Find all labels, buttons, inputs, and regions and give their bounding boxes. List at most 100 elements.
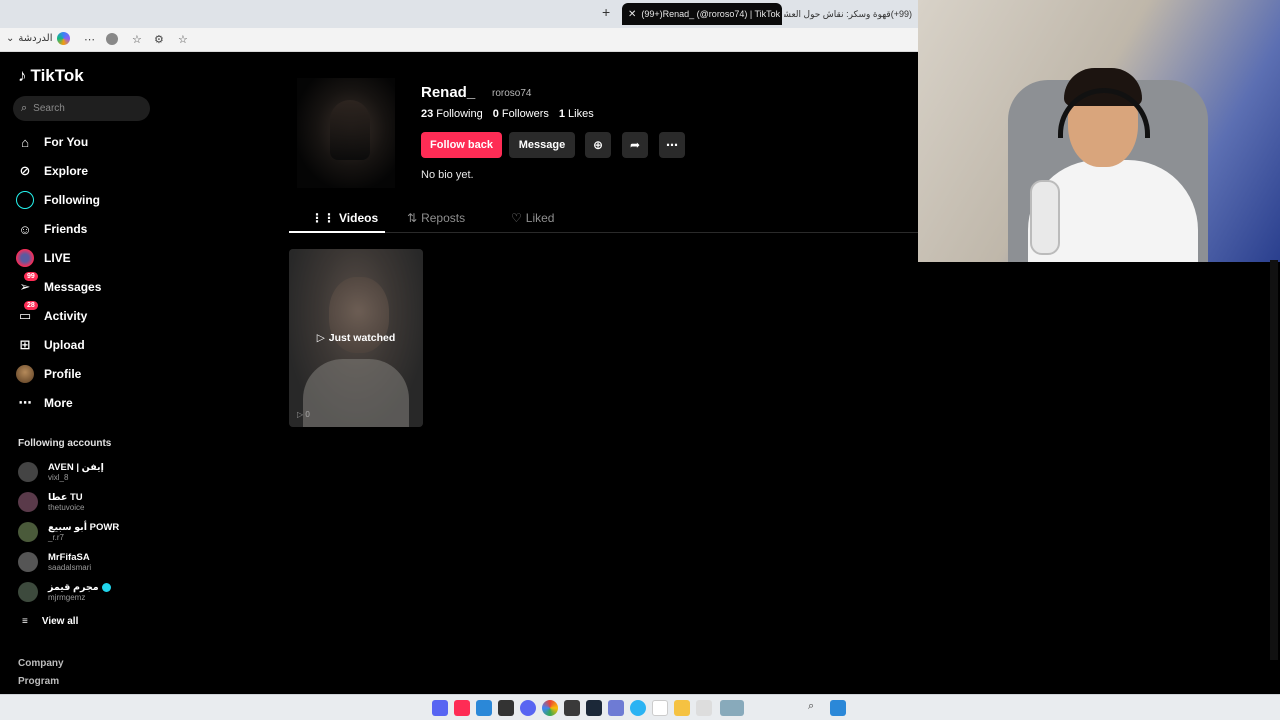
message-button[interactable]: Message [509, 132, 575, 158]
nav-more[interactable]: ⋯ More [16, 391, 156, 415]
start-icon[interactable] [830, 700, 846, 716]
account-name: أبو سبيع POWR [48, 522, 120, 533]
more-dots-icon: ⋯ [666, 138, 678, 152]
overlay-text: Just watched [328, 332, 396, 344]
tab-title: (99+)Renad_ (@roroso74) | TikTok [641, 9, 781, 19]
tab-label: Reposts [421, 211, 466, 225]
compass-icon: ⊘ [19, 163, 31, 178]
browser-tab-strip: + ✕ (99+)Renad_ (@roroso74) | TikTok (99… [0, 0, 918, 28]
view-all-label: View all [41, 616, 79, 627]
tab-videos[interactable]: ⋮⋮ Videos [311, 211, 378, 225]
tab-reposts[interactable]: ⇅ Reposts [407, 211, 465, 225]
nav-for-you[interactable]: ⌂ For You [16, 130, 156, 154]
likes-count: 1 [558, 108, 566, 120]
view-all-button[interactable]: ≡ View all [22, 616, 78, 627]
nav-upload[interactable]: ⊞ Upload [16, 333, 156, 357]
account-name: MrFifaSA [48, 552, 90, 563]
paper-plane-icon: ➢ 99 [16, 272, 38, 296]
steam-taskbar-icon[interactable] [586, 700, 602, 716]
likes-label: Likes [568, 108, 594, 120]
tiktok-note-icon: ♪ [18, 66, 27, 85]
star-icon[interactable]: ☆ [178, 33, 188, 46]
more-options-button[interactable]: ⋯ [659, 132, 685, 158]
sidebar: ♪ TikTok ⌕ Search ⌂ For You ⊘ Explore Fo… [0, 52, 160, 694]
grid-icon: ⋮⋮ [311, 211, 335, 225]
profile-bio: No bio yet. [421, 169, 474, 181]
favorites-icon[interactable]: ☆ [132, 33, 142, 46]
extensions-icon[interactable]: ⚙ [154, 33, 164, 46]
browser-tab-active[interactable]: ✕ (99+)Renad_ (@roroso74) | TikTok [622, 3, 782, 25]
account-username: mjrmgemz [48, 593, 86, 602]
profile-tabs: ⋮⋮ Videos ⇅ Reposts ♡ Liked [289, 207, 918, 233]
close-tab-icon[interactable]: ✕ [628, 9, 636, 20]
app4-taskbar-icon[interactable] [720, 700, 744, 716]
following-account-item[interactable]: أبو سبيع POWR _r.r7 [18, 518, 158, 546]
following-account-item[interactable]: MrFifaSA saadalsmari [18, 548, 158, 576]
nav-label: Profile [44, 367, 82, 381]
nav-explore[interactable]: ⊘ Explore [16, 159, 156, 183]
chrome-taskbar-icon[interactable] [542, 700, 558, 716]
account-username: vixl_8 [48, 473, 69, 482]
nav-friends[interactable]: ☺ Friends [16, 217, 156, 241]
profile-avatar-icon[interactable] [106, 33, 118, 45]
chat-label: الدردشة [18, 33, 53, 44]
store-taskbar-icon[interactable] [652, 700, 668, 716]
list-icon: ≡ [22, 616, 28, 627]
folder-taskbar-icon[interactable] [674, 700, 690, 716]
followers-stat[interactable]: 0 Followers [493, 108, 549, 120]
avatar [18, 462, 38, 482]
account-username: thetuvoice [48, 503, 85, 512]
nav-following[interactable]: Following [16, 188, 156, 212]
profile-avatar-figure [330, 100, 370, 160]
nav-activity[interactable]: ▭ 28 Activity [16, 301, 156, 328]
nav-profile[interactable]: Profile [16, 362, 156, 386]
os-taskbar: ⌕ [0, 694, 1280, 720]
footer-link-company[interactable]: Company [18, 658, 64, 669]
following-account-item[interactable]: مجرم قيمز mjrmgemz [18, 578, 158, 606]
xbox-taskbar-icon[interactable] [564, 700, 580, 716]
app-taskbar-icon[interactable] [520, 700, 536, 716]
add-friend-button[interactable]: ⊕ [585, 132, 611, 158]
active-tab-underline [289, 231, 385, 233]
avatar [18, 522, 38, 542]
followers-count: 0 [492, 108, 499, 120]
video-thumbnail[interactable]: ▷ Just watched ▷ 0 [289, 249, 423, 427]
microphone [1030, 180, 1060, 255]
tiktok-logo[interactable]: ♪ TikTok [18, 66, 84, 86]
tab-title: (99+)قهوة وسكر: نقاش حول العشاء [784, 8, 912, 19]
discord-taskbar-icon[interactable] [432, 700, 448, 716]
footer-link-program[interactable]: Program [18, 676, 59, 687]
avatar-icon [16, 365, 34, 383]
following-stat[interactable]: 23 Following [421, 108, 483, 120]
follow-back-button[interactable]: Follow back [421, 132, 502, 158]
edge-taskbar-icon[interactable] [476, 700, 492, 716]
share-arrow-icon: ➦ [629, 138, 641, 152]
following-account-item[interactable]: AVEN | إيفن vixl_8 [18, 458, 158, 486]
search-icon[interactable]: ⌕ [808, 700, 824, 716]
tiktok-taskbar-icon[interactable] [454, 700, 470, 716]
likes-stat: 1 Likes [559, 108, 594, 120]
add-person-icon: ⊕ [592, 138, 604, 152]
tab-label: Liked [525, 211, 555, 225]
nav-live[interactable]: LIVE [16, 246, 156, 270]
messages-badge: 99 [24, 272, 38, 281]
obs-taskbar-icon[interactable] [498, 700, 514, 716]
nav-messages[interactable]: ➢ 99 Messages [16, 272, 156, 299]
scrollbar[interactable] [1270, 260, 1278, 660]
app3-taskbar-icon[interactable] [696, 700, 712, 716]
following-ring-icon [16, 191, 34, 209]
plus-square-icon: ⊞ [19, 337, 31, 352]
search-input[interactable]: ⌕ Search [13, 96, 150, 121]
browser-tab-other[interactable]: (99+)قهوة وسكر: نقاش حول العشاء [784, 3, 918, 25]
more-dots-icon[interactable]: ⋯ [84, 33, 95, 46]
account-username: saadalsmari [48, 563, 92, 572]
live-icon [16, 249, 34, 267]
tab-liked[interactable]: ♡ Liked [511, 211, 554, 225]
browser-toolbar: ⌄ الدردشة ⋯ ☆ ⚙ ☆ [0, 28, 918, 52]
edge2-taskbar-icon[interactable] [630, 700, 646, 716]
copilot-chat-button[interactable]: ⌄ الدردشة [6, 32, 70, 45]
new-tab-button[interactable]: + [602, 4, 610, 20]
following-account-item[interactable]: عطا TU thetuvoice [18, 488, 158, 516]
share-button[interactable]: ➦ [622, 132, 648, 158]
app2-taskbar-icon[interactable] [608, 700, 624, 716]
